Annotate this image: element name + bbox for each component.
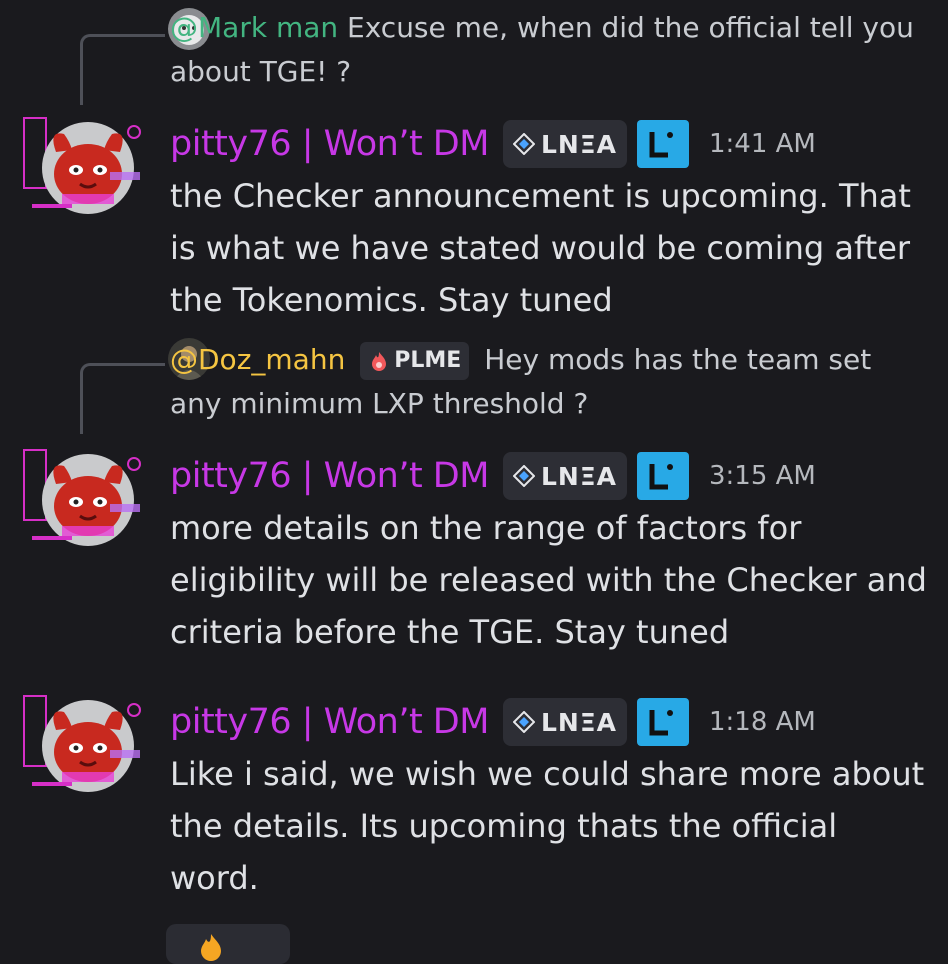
diamond-icon [512,465,535,487]
reply-server-tag[interactable]: PLME [360,342,470,380]
server-tag[interactable]: LNΞA [502,452,627,500]
timestamp[interactable]: 3:15 AM [709,461,816,491]
timestamp[interactable]: 1:18 AM [709,707,816,737]
author-name[interactable]: pitty76 | Won’t DM [170,124,489,164]
reply-connector [80,363,165,434]
message-header: pitty76 | Won’t DM LNΞA 1:18 AM [170,694,816,750]
fire-icon [201,934,221,961]
linea-l-badge-icon[interactable] [636,120,689,168]
diamond-icon [512,133,535,155]
message-text: the Checker announcement is upcoming. Th… [170,177,911,319]
avatar[interactable] [22,112,150,222]
avatar[interactable] [22,690,150,800]
author-name[interactable]: pitty76 | Won’t DM [170,456,489,496]
reply-server-tag-label: PLME [394,348,462,373]
fire-icon [372,352,387,371]
message-text: Like i said, we wish we could share more… [170,755,925,897]
server-tag[interactable]: LNΞA [502,120,627,168]
timestamp[interactable]: 1:41 AM [709,129,816,159]
diamond-icon [512,711,535,733]
server-tag[interactable]: LNΞA [502,698,627,746]
reply-author-mention[interactable]: @Mark man [170,11,338,44]
reply-connector [80,34,165,105]
reply-author-mention[interactable]: @Doz_mahn [170,343,345,376]
reaction-button[interactable] [166,924,290,964]
linea-l-badge-icon[interactable] [636,698,689,746]
server-tag-label: LNΞA [540,707,617,737]
message-header: pitty76 | Won’t DM LNΞA 3:15 AM [170,448,816,504]
linea-l-badge-icon[interactable] [636,452,689,500]
reply-preview[interactable]: @Doz_mahn PLME Hey mods has the team set… [170,338,930,426]
reply-preview[interactable]: @Mark man Excuse me, when did the offici… [170,6,930,94]
message-text: more details on the range of factors for… [170,509,927,651]
avatar[interactable] [22,444,150,554]
author-name[interactable]: pitty76 | Won’t DM [170,702,489,742]
server-tag-label: LNΞA [540,129,617,159]
message-header: pitty76 | Won’t DM LNΞA 1:41 AM [170,116,816,172]
server-tag-label: LNΞA [540,461,617,491]
